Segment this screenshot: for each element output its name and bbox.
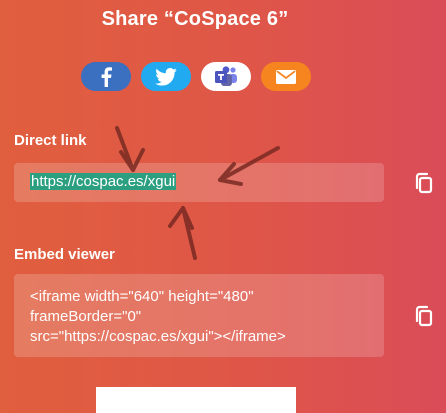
copy-icon xyxy=(415,305,433,327)
mail-icon xyxy=(276,69,296,84)
facebook-icon xyxy=(101,66,112,87)
white-panel xyxy=(96,387,296,413)
teams-share-button[interactable] xyxy=(201,62,251,91)
direct-link-label: Direct link xyxy=(14,132,87,149)
arrow-annotation-bottom xyxy=(168,206,197,260)
direct-link-field[interactable]: https://cospac.es/xgui xyxy=(14,163,384,202)
embed-code-line: src="https://cospac.es/xgui"></iframe> xyxy=(30,328,286,345)
embed-code-field[interactable]: <iframe width="640" height="480" frameBo… xyxy=(14,274,384,357)
embed-viewer-label: Embed viewer xyxy=(14,246,115,263)
copy-icon xyxy=(415,172,433,194)
email-share-button[interactable] xyxy=(261,62,311,91)
facebook-share-button[interactable] xyxy=(81,62,131,91)
direct-link-value[interactable]: https://cospac.es/xgui xyxy=(30,173,177,190)
copy-embed-button[interactable] xyxy=(413,305,435,329)
twitter-icon xyxy=(155,67,177,86)
dialog-title: Share “CoSpace 6” xyxy=(101,8,289,30)
twitter-share-button[interactable] xyxy=(141,62,191,91)
embed-code-line: frameBorder="0" xyxy=(30,308,142,325)
copy-link-button[interactable] xyxy=(413,172,435,196)
share-buttons xyxy=(81,62,311,91)
microsoft-teams-icon xyxy=(215,65,237,86)
embed-code-line: <iframe width="640" height="480" xyxy=(30,288,254,305)
